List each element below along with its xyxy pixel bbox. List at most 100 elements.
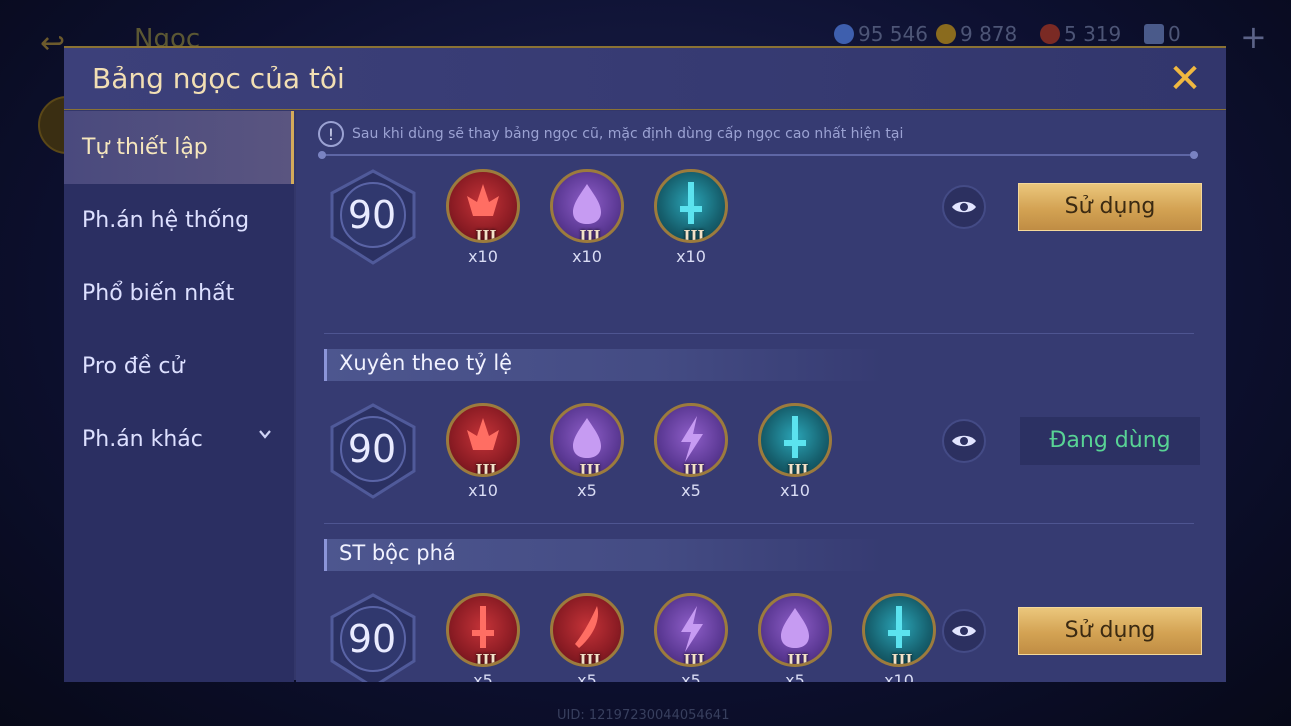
- in-use-label: Đang dùng: [1020, 417, 1200, 465]
- divider-dot: [318, 151, 326, 159]
- sidebar-item-other[interactable]: Ph.án khác: [64, 403, 294, 476]
- rune-circle: III: [758, 593, 832, 667]
- currency-blue: 95 546: [834, 22, 928, 46]
- currency-red: 5 319: [1040, 22, 1121, 46]
- currency-value: 5 319: [1064, 22, 1122, 46]
- rune-count: x5: [577, 481, 597, 500]
- level-text: 90: [347, 617, 397, 661]
- sidebar-item-label: Ph.án khác: [82, 427, 203, 452]
- rune-circle: III: [654, 403, 728, 477]
- currency-gold: 9 878: [936, 22, 1017, 46]
- rune-gem[interactable]: III x5: [446, 593, 520, 682]
- back-arrow-icon: ↩: [40, 26, 66, 61]
- rune-set-3: 90 III x5 III x5 III x5 III x5 III x10 S…: [296, 593, 1226, 682]
- coin-gold-icon: [936, 24, 956, 44]
- sidebar-item-system[interactable]: Ph.án hệ thống: [64, 184, 294, 257]
- rune-circle: III: [446, 169, 520, 243]
- use-button[interactable]: Sử dụng: [1018, 607, 1202, 655]
- eye-icon: [952, 625, 976, 637]
- divider: [324, 333, 1194, 334]
- gem-red-icon: [1040, 24, 1060, 44]
- level-text: 90: [347, 427, 397, 471]
- currency-value: 9 878: [960, 22, 1018, 46]
- rune-rank: III: [683, 651, 705, 667]
- rune-gem[interactable]: III x10: [446, 403, 520, 500]
- rune-rank: III: [579, 651, 601, 667]
- sidebar: Tự thiết lập Ph.án hệ thống Phổ biến nhấ…: [64, 111, 294, 682]
- rune-count: x10: [468, 247, 498, 266]
- rune-circle: III: [654, 593, 728, 667]
- preview-eye-button[interactable]: [942, 609, 986, 653]
- modal-header: Bảng ngọc của tôi ✕: [64, 48, 1226, 110]
- modal-title: Bảng ngọc của tôi: [92, 62, 345, 95]
- rune-gem[interactable]: III x5: [654, 403, 728, 500]
- sidebar-item-label: Ph.án hệ thống: [82, 208, 250, 233]
- ticket-icon: [1144, 24, 1164, 44]
- rune-rank: III: [683, 227, 705, 243]
- rune-gem[interactable]: III x10: [550, 169, 624, 266]
- rune-gem[interactable]: III x5: [550, 593, 624, 682]
- rune-gem[interactable]: III x10: [654, 169, 728, 266]
- rune-count: x10: [780, 481, 810, 500]
- rune-circle: III: [550, 593, 624, 667]
- currency-value: 0: [1168, 22, 1181, 46]
- rune-count: x5: [473, 671, 493, 682]
- sidebar-item-custom[interactable]: Tự thiết lập: [64, 111, 294, 184]
- level-text: 90: [347, 193, 397, 237]
- rune-set-name: Xuyên theo tỷ lệ: [339, 351, 513, 375]
- rune-count: x5: [785, 671, 805, 682]
- eye-icon: [952, 435, 976, 447]
- sidebar-item-label: Tự thiết lập: [82, 135, 208, 160]
- rune-rank: III: [787, 651, 809, 667]
- rune-set-title-bar: Xuyên theo tỷ lệ: [324, 349, 884, 381]
- currency-ticket: 0: [1144, 22, 1181, 46]
- notice: ! Sau khi dùng sẽ thay bảng ngọc cũ, mặc…: [318, 121, 903, 147]
- rune-count: x10: [468, 481, 498, 500]
- rune-set-title-bar: ST bộc phá: [324, 539, 884, 571]
- rune-rank: III: [891, 651, 913, 667]
- uid-text: UID: 12197230044054641: [557, 708, 730, 723]
- rune-circle: III: [758, 403, 832, 477]
- rune-rank: III: [579, 461, 601, 477]
- warning-icon: !: [318, 121, 344, 147]
- sidebar-item-pro[interactable]: Pro đề cử: [64, 330, 294, 403]
- rune-circle: III: [654, 169, 728, 243]
- rune-rank: III: [579, 227, 601, 243]
- preview-eye-button[interactable]: [942, 185, 986, 229]
- sidebar-item-label: Pro đề cử: [82, 354, 185, 379]
- rune-rank: III: [475, 651, 497, 667]
- rune-count: x5: [681, 481, 701, 500]
- use-button[interactable]: Sử dụng: [1018, 183, 1202, 231]
- divider-dot: [1190, 151, 1198, 159]
- rune-rank: III: [683, 461, 705, 477]
- rune-gem[interactable]: III x5: [550, 403, 624, 500]
- currency-value: 95 546: [858, 22, 928, 46]
- rune-circle: III: [862, 593, 936, 667]
- rune-gem[interactable]: III x5: [654, 593, 728, 682]
- divider: [318, 151, 1198, 159]
- divider: [324, 523, 1194, 524]
- rune-circle: III: [446, 593, 520, 667]
- close-icon[interactable]: ✕: [1166, 59, 1204, 99]
- rune-gem[interactable]: III x10: [862, 593, 936, 682]
- rune-sets-list[interactable]: ! Sau khi dùng sẽ thay bảng ngọc cũ, mặc…: [296, 111, 1226, 682]
- chevron-down-icon: [259, 430, 271, 439]
- rune-count: x10: [572, 247, 602, 266]
- rune-circle: III: [550, 169, 624, 243]
- rune-count: x5: [577, 671, 597, 682]
- rune-rank: III: [787, 461, 809, 477]
- rune-gem[interactable]: III x5: [758, 593, 832, 682]
- rune-gem[interactable]: III x10: [446, 169, 520, 266]
- rune-count: x5: [681, 671, 701, 682]
- rune-count: x10: [884, 671, 914, 682]
- add-currency-icon[interactable]: +: [1240, 18, 1267, 56]
- rune-count: x10: [676, 247, 706, 266]
- rune-circle: III: [446, 403, 520, 477]
- rune-gem[interactable]: III x10: [758, 403, 832, 500]
- rune-circle: III: [550, 403, 624, 477]
- sidebar-item-popular[interactable]: Phổ biến nhất: [64, 257, 294, 330]
- eye-icon: [952, 201, 976, 213]
- preview-eye-button[interactable]: [942, 419, 986, 463]
- rune-rank: III: [475, 227, 497, 243]
- rune-rank: III: [475, 461, 497, 477]
